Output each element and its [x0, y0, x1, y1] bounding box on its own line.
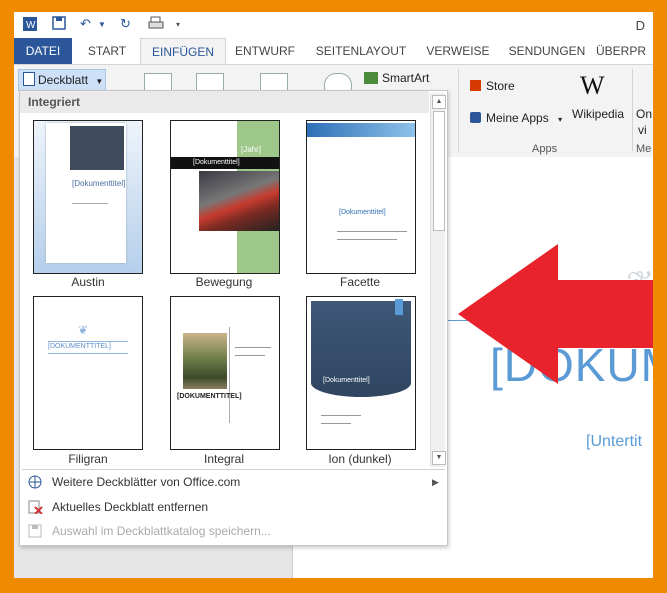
tile-line [72, 203, 108, 204]
customize-qat-icon[interactable]: ▾ [176, 20, 180, 29]
cover-page-icon [23, 72, 35, 86]
cover-tile-filigran[interactable]: ❦ [DOKUMENTTITEL] [33, 296, 143, 450]
submenu-arrow-icon: ▶ [432, 477, 439, 487]
cover-tile-facette[interactable]: [Dokumenttitel] [306, 120, 416, 274]
tab-sendungen[interactable]: SENDUNGEN [500, 38, 594, 64]
menu-item-save-selection: Auswahl im Deckblattkatalog speichern... [28, 524, 271, 538]
tab-start[interactable]: START [74, 38, 140, 64]
tab-entwurf[interactable]: ENTWURF [226, 38, 304, 64]
save-icon[interactable] [52, 16, 66, 33]
svg-text:W: W [26, 20, 36, 31]
deckblatt-label: Deckblatt [38, 73, 89, 87]
tab-verweise[interactable]: VERWEISE [418, 38, 498, 64]
tile-tab-marker [395, 299, 403, 315]
scroll-thumb[interactable] [433, 111, 445, 231]
smartart-label: SmartArt [382, 71, 430, 85]
word-icon: W [22, 16, 38, 35]
ribbon-tabs: DATEI START EINFÜGEN ENTWURF SEITENLAYOU… [14, 38, 653, 66]
document-subtitle[interactable]: [Untertit [586, 433, 642, 451]
red-arrow-icon [458, 244, 653, 384]
dropdown-arrow-icon[interactable]: ▼ [98, 20, 106, 29]
remove-cover-icon [28, 500, 44, 515]
smartart-icon [364, 72, 378, 84]
tile-title-text: [DOKUMENTTITEL] [48, 343, 112, 350]
tab-seitenlayout[interactable]: SEITENLAYOUT [306, 38, 416, 64]
store-button[interactable]: Store [470, 79, 515, 93]
cover-label-austin: Austin [71, 275, 105, 289]
gallery-scrollbar[interactable]: ▲ ▼ [430, 93, 446, 467]
undo-icon[interactable]: ↶ [80, 16, 91, 32]
scroll-down-icon[interactable]: ▼ [432, 451, 446, 465]
tile-title-text: [Dokumenttitel] [339, 209, 386, 216]
tile-dark-block [70, 126, 124, 170]
store-icon [470, 80, 481, 91]
tile-title-text: [Dokumenttitel] [193, 159, 240, 166]
chevron-down-icon: ▾ [558, 115, 563, 124]
cover-tile-integral[interactable]: [DOKUMENTTITEL] [170, 296, 280, 450]
tile-line [337, 231, 407, 232]
online-video-label[interactable]: On [636, 107, 652, 121]
cover-label-facette: Facette [339, 275, 381, 289]
wikipedia-icon[interactable]: W [580, 71, 605, 101]
apps-icon [470, 112, 481, 123]
group-divider [632, 69, 633, 151]
group-divider [458, 69, 459, 151]
menu-divider [22, 469, 445, 470]
tile-top-band [307, 123, 415, 137]
save-to-gallery-icon [28, 524, 44, 538]
print-icon[interactable] [148, 16, 164, 33]
deckblatt-button[interactable]: Deckblatt ▼ [18, 69, 106, 91]
apps-group-label: Apps [532, 143, 558, 155]
media-group-label: Me [636, 143, 652, 155]
office-globe-icon [28, 475, 44, 489]
tile-line [48, 341, 128, 342]
tile-line [321, 423, 351, 424]
redo-icon[interactable]: ↻ [120, 16, 131, 32]
tile-title-text: [DOKUMENTTITEL] [177, 393, 242, 400]
cover-label-filigran: Filigran [68, 452, 108, 466]
menu-item-remove-cover[interactable]: Aktuelles Deckblatt entfernen [28, 500, 209, 515]
tile-divider [229, 327, 230, 423]
menu-item-save-selection-label: Auswahl im Deckblattkatalog speichern... [52, 524, 271, 538]
smartart-button[interactable]: SmartArt [364, 71, 429, 85]
store-label: Store [486, 79, 515, 93]
tab-datei[interactable]: DATEI [14, 38, 72, 64]
tab-ueberpruefen[interactable]: ÜBERPR [596, 38, 653, 64]
tab-einfuegen[interactable]: EINFÜGEN [140, 38, 226, 66]
cover-label-bewegung: Bewegung [195, 275, 253, 289]
cover-label-ion-dunkel: Ion (dunkel) [328, 452, 392, 466]
scroll-up-icon[interactable]: ▲ [432, 95, 446, 109]
menu-item-more-covers-label: Weitere Deckblätter von Office.com [52, 475, 241, 489]
filigran-ornament-icon: ❦ [78, 323, 89, 337]
tile-line [235, 347, 271, 348]
cypress-photo [183, 333, 227, 389]
train-photo [199, 171, 279, 231]
chevron-down-icon: ▼ [95, 77, 104, 86]
tile-line [321, 415, 361, 416]
cover-label-integral: Integral [203, 452, 245, 466]
menu-item-more-covers[interactable]: Weitere Deckblätter von Office.com [28, 475, 240, 489]
meine-apps-button[interactable]: Meine Apps ▾ [470, 111, 562, 125]
meine-apps-label: Meine Apps [486, 111, 549, 125]
tile-line [337, 239, 397, 240]
cover-tile-bewegung[interactable]: [Jahr] [Dokumenttitel] [170, 120, 280, 274]
tile-title-text: [Dokumenttitel] [323, 377, 370, 384]
cover-page-gallery: Integriert ▲ ▼ [Dokumenttitel] Austin [J… [19, 90, 448, 546]
tile-year-text: [Jahr] [241, 145, 262, 154]
tile-line [48, 353, 128, 354]
menu-item-remove-cover-label: Aktuelles Deckblatt entfernen [52, 500, 209, 514]
gallery-header: Integriert [20, 91, 429, 113]
window-title: D [635, 18, 645, 33]
wikipedia-label[interactable]: Wikipedia [572, 107, 624, 121]
cover-tile-ion-dunkel[interactable]: [Dokumenttitel] [306, 296, 416, 450]
tile-line [235, 355, 265, 356]
tile-title-text: [Dokumenttitel] [72, 179, 126, 188]
online-video-label-2[interactable]: vi [638, 123, 647, 137]
cover-tile-austin[interactable]: [Dokumenttitel] [33, 120, 143, 274]
quick-access-toolbar: W ↶ ▼ ↻ ▾ D [14, 12, 653, 38]
